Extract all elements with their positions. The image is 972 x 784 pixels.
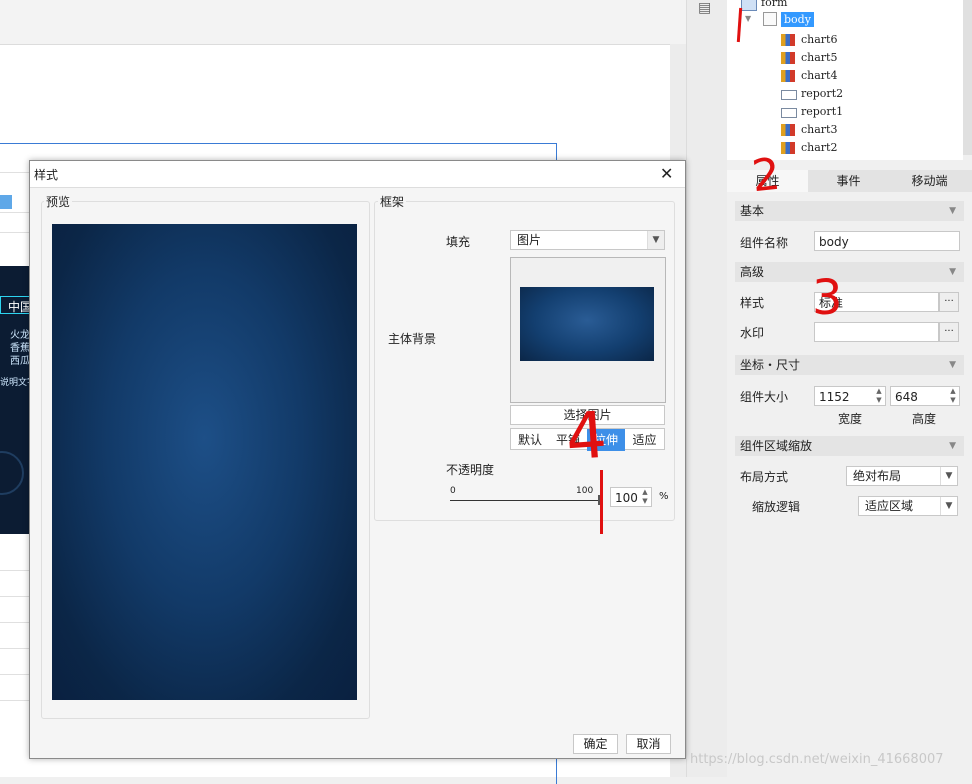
chevron-down-icon: ▼: [940, 467, 957, 485]
tree-item-chart[interactable]: chart3: [781, 123, 837, 136]
chevron-down-icon: ▼: [647, 231, 664, 249]
background-thumbnail: [520, 287, 654, 361]
width-caption: 宽度: [838, 412, 863, 426]
tree-scrollbar[interactable]: [963, 0, 972, 155]
fill-label: 填充: [446, 235, 471, 249]
tab-events[interactable]: 事件: [808, 170, 889, 192]
tree-item-body[interactable]: body: [781, 12, 814, 27]
opacity-input[interactable]: 100 ▲ ▼: [610, 487, 652, 507]
width-input[interactable]: 1152 ▲ ▼: [814, 386, 886, 406]
component-tree: form ▼ body chart6 chart5 chart4 report2…: [727, 0, 963, 160]
ok-button[interactable]: 确定: [573, 734, 618, 754]
slider-min-label: 0: [450, 486, 456, 496]
canvas-row-line: [0, 700, 32, 701]
chevron-down-icon: ▼: [949, 267, 956, 277]
watermark: https://blog.csdn.net/weixin_41668007: [690, 752, 944, 767]
height-caption: 高度: [912, 412, 937, 426]
panel-side-strip: ▤: [686, 0, 727, 777]
percent-unit: %: [659, 491, 669, 502]
chart-icon: [781, 142, 795, 154]
chevron-down-icon: ▼: [949, 360, 956, 370]
spinner-icon[interactable]: ▲ ▼: [947, 387, 959, 405]
annotation-number: 4: [563, 398, 610, 476]
zoom-logic-label: 缩放逻辑: [752, 500, 801, 514]
chart-icon: [781, 34, 795, 46]
section-basic[interactable]: 基本 ▼: [735, 201, 964, 221]
tree-item-form[interactable]: form: [741, 0, 787, 11]
tab-mobile[interactable]: 移动端: [889, 170, 970, 192]
fill-select[interactable]: 图片 ▼: [510, 230, 665, 250]
canvas-dashboard-preview: 中国 火龙 香蕉 西瓜 说明文字: [0, 266, 36, 534]
component-name-label: 组件名称: [740, 236, 789, 250]
canvas-row-line: [0, 596, 32, 597]
canvas-highlight-cell: [0, 195, 12, 209]
canvas-row-line: [0, 232, 32, 233]
canvas-row-line: [0, 648, 32, 649]
opacity-label: 不透明度: [446, 463, 495, 477]
dialog-titlebar[interactable]: 样式 ✕: [30, 161, 685, 188]
background-preview-image: [52, 224, 357, 700]
tree-item-report[interactable]: report2: [781, 87, 843, 100]
layout-icon[interactable]: ▤: [698, 0, 711, 16]
section-coords[interactable]: 坐标・尺寸 ▼: [735, 355, 964, 375]
tree-item-chart[interactable]: chart6: [781, 33, 837, 46]
canvas-toolbar-area: [0, 0, 686, 45]
zoom-logic-select[interactable]: 适应区域 ▼: [858, 496, 958, 516]
chevron-down-icon: ▼: [940, 497, 957, 515]
section-zoom[interactable]: 组件区域缩放 ▼: [735, 436, 964, 456]
style-label: 样式: [740, 296, 765, 310]
form-icon: [763, 12, 777, 26]
tree-item-chart[interactable]: chart4: [781, 69, 837, 82]
spinner-icon[interactable]: ▲ ▼: [639, 488, 651, 506]
preview-label: 预览: [44, 193, 73, 210]
watermark-more-button[interactable]: ···: [939, 322, 959, 342]
canvas-row-line: [0, 622, 32, 623]
close-icon[interactable]: ✕: [660, 164, 673, 183]
tree-item-chart[interactable]: chart2: [781, 141, 837, 154]
strip-line: 西瓜: [10, 356, 30, 367]
layout-label: 布局方式: [740, 470, 789, 484]
opacity-slider-track[interactable]: [450, 500, 600, 501]
canvas-row-line: [0, 570, 32, 571]
tree-item-report[interactable]: report1: [781, 105, 843, 118]
chart-icon: [781, 124, 795, 136]
chevron-down-icon: ▼: [949, 206, 956, 216]
component-name-input[interactable]: body: [814, 231, 960, 251]
canvas-row-line: [0, 674, 32, 675]
report-icon: [781, 108, 797, 118]
report-icon: [781, 90, 797, 100]
height-input[interactable]: 648 ▲ ▼: [890, 386, 960, 406]
main-background-label: 主体背景: [388, 332, 437, 346]
dialog-title: 样式: [34, 168, 59, 182]
expand-icon[interactable]: ▼: [745, 14, 751, 23]
mode-fit[interactable]: 适应: [625, 429, 664, 451]
canvas-row-line: [0, 172, 32, 173]
tree-item-chart[interactable]: chart5: [781, 51, 837, 64]
chart-icon: [781, 52, 795, 64]
watermark-label: 水印: [740, 326, 765, 340]
annotation-number: 2: [749, 148, 783, 203]
canvas-row-line: [0, 212, 32, 213]
slider-max-label: 100: [576, 486, 594, 496]
size-label: 组件大小: [740, 390, 789, 404]
chart-icon: [781, 70, 795, 82]
cancel-button[interactable]: 取消: [626, 734, 671, 754]
chevron-down-icon: ▼: [949, 441, 956, 451]
layout-select[interactable]: 绝对布局 ▼: [846, 466, 958, 486]
style-more-button[interactable]: ···: [939, 292, 959, 312]
annotation-number: 3: [812, 270, 843, 326]
frame-label: 框架: [378, 193, 407, 210]
spinner-icon[interactable]: ▲ ▼: [873, 387, 885, 405]
mode-default[interactable]: 默认: [511, 429, 549, 451]
annotation-mark: [600, 470, 603, 534]
section-advanced[interactable]: 高级 ▼: [735, 262, 964, 282]
